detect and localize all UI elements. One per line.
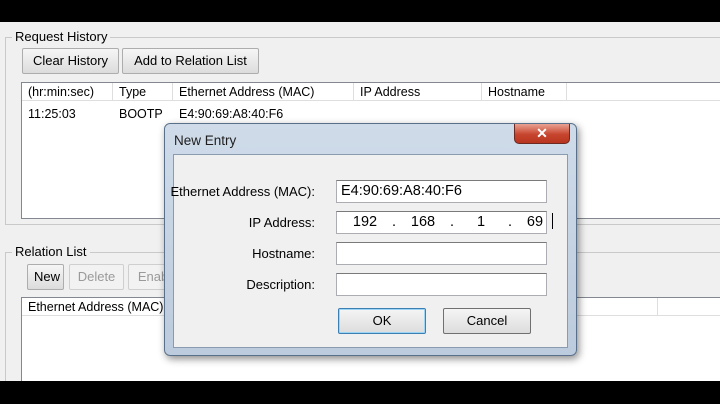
text-caret	[552, 213, 553, 229]
description-field[interactable]	[336, 273, 547, 296]
relation-list-title: Relation List	[12, 244, 90, 260]
delete-button[interactable]: Delete	[69, 264, 124, 290]
cancel-button[interactable]: Cancel	[443, 308, 531, 334]
cell-ip	[354, 105, 482, 123]
cell-type: BOOTP	[119, 107, 163, 121]
main-window: Request History Clear History Add to Rel…	[0, 22, 720, 381]
column-header-mac[interactable]: Ethernet Address (MAC)	[22, 298, 168, 316]
cell-time: 11:25:03	[28, 107, 76, 121]
ip-octet-2[interactable]: 168	[403, 212, 443, 233]
ip-octet-4[interactable]: 69	[519, 212, 551, 233]
table-row[interactable]: 11:25:03 BOOTP E4:90:69:A8:40:F6	[22, 105, 567, 123]
column-header-filler	[567, 83, 720, 101]
ip-octet-3[interactable]: 1	[461, 212, 501, 233]
cell-mac: E4:90:69:A8:40:F6	[179, 107, 284, 121]
description-label: Description:	[246, 277, 315, 292]
column-header-mac[interactable]: Ethernet Address (MAC)	[173, 83, 354, 101]
column-header-type[interactable]: Type	[113, 83, 173, 101]
ip-octet-1[interactable]: 192	[345, 212, 385, 233]
table-header: (hr:min:sec) Type Ethernet Address (MAC)…	[22, 83, 720, 101]
add-to-relation-list-button[interactable]: Add to Relation List	[122, 48, 259, 74]
column-header-filler-2	[658, 298, 720, 316]
request-history-title: Request History	[12, 29, 111, 45]
mac-field[interactable]: E4:90:69:A8:40:F6	[336, 180, 547, 203]
mac-label: Ethernet Address (MAC):	[170, 184, 316, 199]
column-header-ip[interactable]: IP Address	[354, 83, 482, 101]
column-header-hostname[interactable]: Hostname	[482, 83, 567, 101]
close-icon: ✕	[536, 125, 548, 141]
ip-dot: .	[449, 214, 455, 230]
ip-address-label: IP Address:	[248, 215, 315, 230]
ip-address-field[interactable]: 192. 168. 1. 69	[336, 211, 553, 234]
hostname-label: Hostname:	[252, 246, 315, 261]
ok-button[interactable]: OK	[338, 308, 426, 334]
new-button[interactable]: New	[27, 264, 64, 290]
cell-hostname	[482, 105, 567, 123]
close-button[interactable]: ✕	[514, 124, 570, 144]
ip-dot: .	[507, 214, 513, 230]
hostname-field[interactable]	[336, 242, 547, 265]
column-header-time[interactable]: (hr:min:sec)	[22, 83, 113, 101]
ip-dot: .	[391, 214, 397, 230]
dialog-body: Ethernet Address (MAC): E4:90:69:A8:40:F…	[170, 154, 568, 348]
dialog-title: New Entry	[174, 133, 237, 148]
new-entry-dialog: New Entry ✕ Ethernet Address (MAC): E4:9…	[164, 123, 577, 356]
clear-history-button[interactable]: Clear History	[22, 48, 119, 74]
